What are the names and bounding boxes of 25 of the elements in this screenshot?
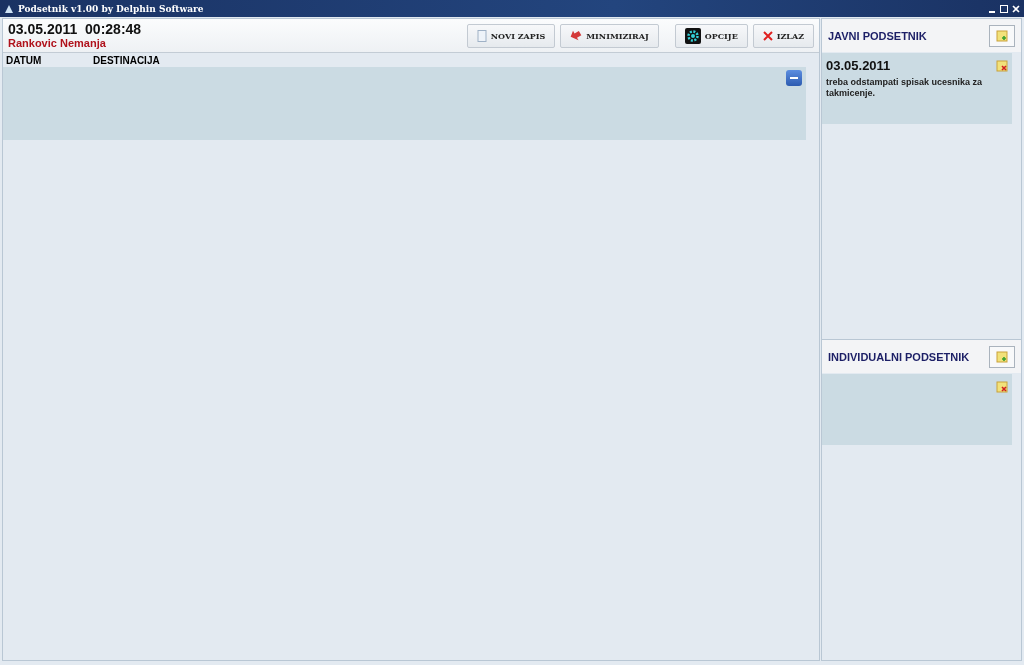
column-header: DATUM — [6, 54, 43, 66]
toolbar-button[interactable]: IZLAZ — [752, 23, 814, 48]
document-icon — [476, 29, 487, 42]
toolbar-button[interactable]: NOVI ZAPIS — [466, 23, 556, 48]
gear-icon — [684, 27, 701, 44]
add-note-icon — [996, 350, 1008, 363]
close-icon[interactable] — [1012, 4, 1020, 13]
date-time: 03.05.2011 00:28:48 — [8, 22, 143, 37]
section-title: JAVNI PODSETNIK — [828, 29, 927, 42]
collapse-button[interactable] — [786, 70, 802, 86]
toolbar-button[interactable]: OPCIJE — [674, 23, 748, 48]
delete-note-icon[interactable] — [996, 381, 1008, 393]
column-header: DESTINACIJA — [93, 54, 161, 66]
note-date: 03.05.2011 — [826, 58, 891, 73]
delete-note-icon[interactable] — [996, 60, 1008, 72]
note-text: treba odstampati spisak ucesnika za takmicenje. — [826, 77, 984, 99]
maximize-icon[interactable] — [1000, 4, 1008, 13]
window-title: Podsetnik v1.00 by Delphin Software — [18, 3, 205, 14]
section-title: INDIVIDUALNI PODSETNIK — [828, 350, 970, 363]
arrow-icon — [570, 29, 583, 42]
user-name: Rankovic Nemanja — [8, 37, 107, 49]
app-icon — [4, 3, 14, 14]
close-icon — [762, 30, 773, 41]
toolbar-button[interactable]: MINIMIZIRAJ — [560, 23, 659, 48]
add-note-icon — [996, 29, 1008, 42]
